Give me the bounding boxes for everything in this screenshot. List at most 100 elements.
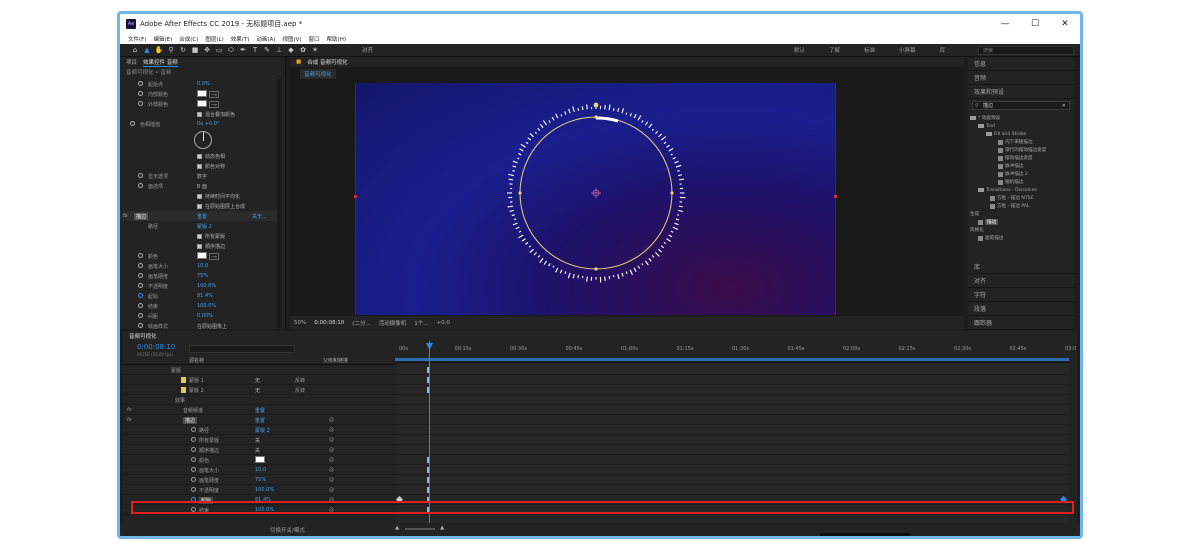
stopwatch-icon[interactable] xyxy=(138,91,143,96)
comp-footer-item-0[interactable]: 50% xyxy=(294,320,306,326)
effect-prop-value[interactable]: 重置 xyxy=(197,213,207,220)
effect-prop-value[interactable]: 0.0% xyxy=(197,81,210,87)
effect-prop-row[interactable]: 混合叠加颜色 xyxy=(120,109,280,119)
effect-prop-value[interactable]: 所有蒙版 xyxy=(197,233,225,240)
eyedropper-icon[interactable]: ⟶ xyxy=(209,100,219,108)
effects-tree-item[interactable]: 脉冲描边 2 xyxy=(968,170,1074,178)
layer-property-row[interactable]: 画笔硬度 75% @ xyxy=(123,475,395,485)
stopwatch-icon[interactable] xyxy=(138,173,143,178)
about-link[interactable]: 关于... xyxy=(252,213,267,220)
checkbox[interactable] xyxy=(197,203,202,209)
effect-prop-row[interactable]: fx 描边 重置 关于... xyxy=(120,211,280,221)
invert-label[interactable]: 反转 xyxy=(295,377,305,384)
timeline-track[interactable] xyxy=(395,415,1069,425)
parent-link-header[interactable]: 父级和链接 xyxy=(323,357,348,364)
mask-color-swatch[interactable] xyxy=(181,387,186,393)
layer-property-value[interactable]: 关 xyxy=(255,447,260,454)
stopwatch-icon[interactable] xyxy=(138,293,143,298)
stopwatch-icon[interactable] xyxy=(138,303,143,308)
fx-icon[interactable]: fx xyxy=(127,417,132,423)
layer-property-row[interactable]: 蒙版 2 无 反转 xyxy=(123,385,395,395)
effect-prop-row[interactable]: 顺序描边 xyxy=(120,241,280,251)
layer-search-input[interactable] xyxy=(189,345,295,353)
timeline-track[interactable] xyxy=(395,475,1069,485)
collapsed-panel-2[interactable]: 字符 xyxy=(968,288,1074,302)
fx-icon[interactable]: fx xyxy=(127,407,132,413)
effect-prop-row[interactable]: 颜色 ⟶ xyxy=(120,251,280,261)
timeline-track[interactable] xyxy=(395,375,1069,385)
rotate-tool-icon[interactable]: ↻ xyxy=(178,45,188,55)
effects-tree-item[interactable]: 描边 xyxy=(968,218,1074,226)
checkbox[interactable] xyxy=(197,193,202,199)
effect-prop-value[interactable]: 75% xyxy=(197,273,208,279)
collapsed-panel-1[interactable]: 对齐 xyxy=(968,274,1074,288)
timeline-track[interactable] xyxy=(395,395,1069,405)
menu-item-4[interactable]: 效果(T) xyxy=(231,35,250,43)
effect-prop-row[interactable]: 结束 100.0% xyxy=(120,301,280,311)
effect-prop-value[interactable]: 顺序描边 xyxy=(197,243,225,250)
effect-prop-row[interactable]: 路径 蒙版 2 xyxy=(120,221,280,231)
workspace-3[interactable]: 小屏幕 xyxy=(899,46,916,54)
close-button[interactable]: ✕ xyxy=(1050,14,1080,34)
effect-prop-row[interactable]: 绘画样式 在原始图像上 xyxy=(120,321,280,331)
pickwhip-icon[interactable]: @ xyxy=(329,427,334,433)
layer-property-row[interactable]: 所有蒙版 关 @ xyxy=(123,435,395,445)
home-icon[interactable]: ⌂ xyxy=(130,45,140,55)
collapsed-panel-4[interactable]: 跟踪器 xyxy=(968,316,1074,330)
pan-behind-tool-icon[interactable]: ✥ xyxy=(202,45,212,55)
work-area-bar[interactable] xyxy=(395,358,1069,361)
stopwatch-icon[interactable] xyxy=(191,457,196,462)
zoom-in-icon[interactable]: ▲ xyxy=(440,525,444,531)
pickwhip-icon[interactable]: @ xyxy=(329,467,334,473)
ellipse-tool-icon[interactable]: ⬭ xyxy=(226,45,236,55)
clone-stamp-tool-icon[interactable]: ⊥ xyxy=(274,45,284,55)
color-swatch[interactable] xyxy=(197,100,207,107)
menu-item-7[interactable]: 窗口 xyxy=(309,35,320,43)
layer-property-row[interactable]: 蒙版 1 无 反转 xyxy=(123,375,395,385)
layer-property-row[interactable]: fx 描边 重置 @ xyxy=(123,415,395,425)
current-timecode[interactable]: 0:00:08:10 xyxy=(137,343,175,351)
text-tool-icon[interactable]: T xyxy=(250,45,260,55)
effect-prop-row[interactable]: 不透明度 100.0% xyxy=(120,281,280,291)
effect-prop-value[interactable]: 100.0% xyxy=(197,303,216,309)
color-swatch[interactable] xyxy=(255,456,265,463)
layer-property-value[interactable]: 重置 xyxy=(255,407,265,414)
tab-timeline[interactable]: 音频可视化 xyxy=(129,332,157,340)
effect-prop-value[interactable]: 81.4% xyxy=(197,293,213,299)
effects-tree-item[interactable]: 方框 - 描边 PAL xyxy=(968,202,1074,210)
menu-item-0[interactable]: 文件(F) xyxy=(128,35,146,43)
workspace-2[interactable]: 标准 xyxy=(864,46,875,54)
effects-tree-item[interactable]: 生成 xyxy=(968,210,1074,218)
timeline-track[interactable] xyxy=(395,435,1069,445)
workspace-1[interactable]: 了解 xyxy=(829,46,840,54)
effect-prop-row[interactable]: 色相插值 0x +0.0° xyxy=(120,119,280,129)
hand-tool-icon[interactable]: ✋ xyxy=(154,45,164,55)
hue-dial[interactable] xyxy=(194,131,212,149)
effects-tree-item[interactable]: * 动画预设 xyxy=(968,114,1074,122)
rectangle-tool-icon[interactable]: ▭ xyxy=(214,45,224,55)
stopwatch-icon[interactable] xyxy=(130,121,135,126)
pickwhip-icon[interactable]: @ xyxy=(329,417,334,423)
effects-tree-item[interactable]: Fill and Stroke xyxy=(968,130,1074,138)
timeline-track[interactable] xyxy=(395,445,1069,455)
mask-color-swatch[interactable] xyxy=(181,377,186,383)
color-swatch[interactable] xyxy=(197,90,207,97)
stopwatch-icon[interactable] xyxy=(138,81,143,86)
zoom-tool-icon[interactable]: ⚲ xyxy=(166,45,176,55)
effect-prop-value[interactable]: 100.0% xyxy=(197,283,216,289)
effects-tree-item[interactable]: 闪下来缓描边 xyxy=(968,138,1074,146)
panel-section-0[interactable]: 信息 xyxy=(968,57,1074,71)
effects-tree-item[interactable]: 摆动描边宽度 xyxy=(968,154,1074,162)
layer-property-value[interactable]: 无 xyxy=(255,377,260,384)
fx-icon[interactable]: fx xyxy=(123,213,128,219)
tab-composition[interactable]: 合成 音频可视化 xyxy=(307,58,347,66)
effect-prop-value[interactable]: 数字 xyxy=(197,173,207,180)
effect-prop-value[interactable]: 在原始图层上合成 xyxy=(197,203,245,210)
effect-prop-row[interactable]: 间距 0.00% xyxy=(120,311,280,321)
help-search-input[interactable]: 搜索 xyxy=(978,46,1074,55)
checkbox[interactable] xyxy=(197,111,202,117)
checkbox[interactable] xyxy=(197,243,202,249)
layer-property-row[interactable]: fx 音频频谱 重置 xyxy=(123,405,395,415)
checkbox[interactable] xyxy=(197,163,202,169)
layer-property-value[interactable]: 重置 xyxy=(255,417,265,424)
